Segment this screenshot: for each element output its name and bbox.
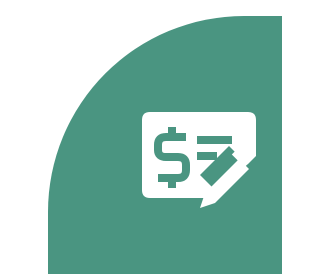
check-payment-edit-icon bbox=[140, 110, 260, 220]
app-tile-canvas bbox=[0, 0, 282, 274]
